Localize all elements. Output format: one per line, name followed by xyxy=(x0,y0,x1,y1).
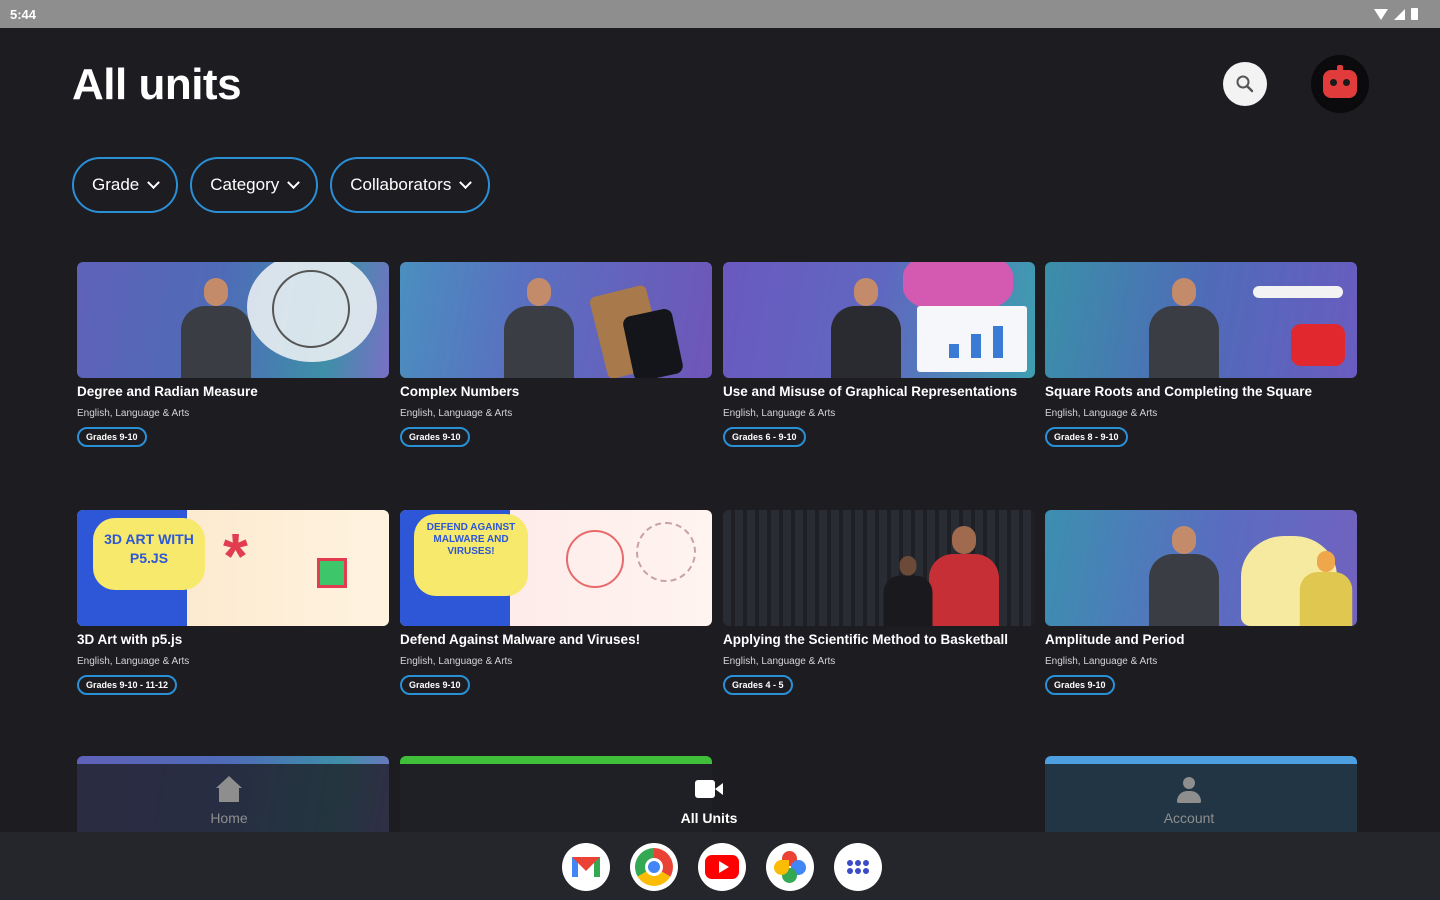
unit-category: English, Language & Arts xyxy=(1045,656,1158,667)
grade-badge: Grades 9-10 - 11-12 xyxy=(77,675,178,695)
youtube-icon[interactable] xyxy=(698,843,746,891)
unit-category: English, Language & Arts xyxy=(723,656,836,667)
os-taskbar xyxy=(0,832,1440,900)
nav-all-units-label: All Units xyxy=(680,810,738,826)
home-icon xyxy=(214,776,244,804)
filter-category-button[interactable]: Category xyxy=(190,157,319,213)
unit-title: Use and Misuse of Graphical Representati… xyxy=(723,384,1018,399)
unit-thumbnail xyxy=(400,262,712,378)
search-button[interactable] xyxy=(1223,62,1267,106)
system-status-bar: 5:44 xyxy=(0,0,1440,28)
unit-card[interactable]: Applying the Scientific Method to Basket… xyxy=(723,510,1035,695)
system-indicators xyxy=(1374,8,1418,20)
nav-account[interactable]: Account xyxy=(1129,776,1249,826)
unit-thumbnail: 3D ART WITH P5.JS * xyxy=(77,510,389,626)
filter-collaborators-button[interactable]: Collaborators xyxy=(330,157,491,213)
unit-category: English, Language & Arts xyxy=(1045,408,1158,419)
video-camera-icon xyxy=(694,776,724,804)
unit-category: English, Language & Arts xyxy=(77,656,190,667)
unit-title: Complex Numbers xyxy=(400,384,520,399)
chevron-down-icon xyxy=(459,175,473,189)
grade-badge: Grades 8 - 9-10 xyxy=(1045,427,1128,447)
search-icon xyxy=(1236,75,1254,93)
nav-home-label: Home xyxy=(210,810,248,826)
chevron-down-icon xyxy=(147,175,161,189)
nav-account-label: Account xyxy=(1163,810,1215,826)
thumbnail-caption: DEFEND AGAINST MALWARE AND VIRUSES! xyxy=(426,522,516,557)
unit-card[interactable]: Amplitude and Period English, Language &… xyxy=(1045,510,1357,695)
unit-card[interactable]: DEFEND AGAINST MALWARE AND VIRUSES! Defe… xyxy=(400,510,712,695)
wifi-icon xyxy=(1374,8,1388,20)
unit-title: 3D Art with p5.js xyxy=(77,632,183,647)
filter-grade-button[interactable]: Grade xyxy=(72,157,179,213)
unit-category: English, Language & Arts xyxy=(400,656,513,667)
unit-title: Square Roots and Completing the Square xyxy=(1045,384,1313,399)
app-window: All units Grade Category Collaborators D… xyxy=(0,28,1440,832)
grade-badge: Grades 9-10 xyxy=(1045,675,1115,695)
unit-thumbnail xyxy=(723,510,1035,626)
avatar[interactable] xyxy=(1311,55,1369,113)
unit-title: Amplitude and Period xyxy=(1045,632,1185,647)
unit-card[interactable]: 3D ART WITH P5.JS * 3D Art with p5.js En… xyxy=(77,510,389,695)
unit-title: Applying the Scientific Method to Basket… xyxy=(723,632,1009,647)
unit-thumbnail xyxy=(1045,262,1357,378)
status-time: 5:44 xyxy=(10,6,37,22)
grade-badge: Grades 4 - 5 xyxy=(723,675,793,695)
filter-bar: Grade Category Collaborators xyxy=(72,157,491,213)
unit-category: English, Language & Arts xyxy=(77,408,190,419)
page-title: All units xyxy=(72,60,242,109)
nav-home[interactable]: Home xyxy=(169,776,289,826)
grade-badge: Grades 6 - 9-10 xyxy=(723,427,806,447)
unit-card[interactable]: Square Roots and Completing the Square E… xyxy=(1045,262,1357,447)
filter-grade-label: Grade xyxy=(92,175,140,194)
app-drawer-icon[interactable] xyxy=(834,843,882,891)
unit-title: Defend Against Malware and Viruses! xyxy=(400,632,641,647)
nav-all-units[interactable]: All Units xyxy=(649,776,769,826)
unit-thumbnail xyxy=(77,262,389,378)
unit-category: English, Language & Arts xyxy=(400,408,513,419)
chevron-down-icon xyxy=(287,175,301,189)
app-dock xyxy=(562,843,882,891)
unit-card[interactable]: Degree and Radian Measure English, Langu… xyxy=(77,262,389,447)
unit-thumbnail: DEFEND AGAINST MALWARE AND VIRUSES! xyxy=(400,510,712,626)
battery-icon xyxy=(1411,8,1418,20)
unit-card[interactable]: Complex Numbers English, Language & Arts… xyxy=(400,262,712,447)
robot-icon xyxy=(1323,70,1357,98)
gmail-icon[interactable] xyxy=(562,843,610,891)
bottom-navigation: Home All Units Account xyxy=(0,764,1440,832)
unit-thumbnail xyxy=(723,262,1035,378)
unit-title: Degree and Radian Measure xyxy=(77,384,258,399)
unit-card[interactable]: Use and Misuse of Graphical Representati… xyxy=(723,262,1035,447)
photos-icon[interactable] xyxy=(766,843,814,891)
signal-icon xyxy=(1394,8,1405,20)
filter-category-label: Category xyxy=(210,175,280,194)
thumbnail-caption: 3D ART WITH P5.JS xyxy=(104,531,194,566)
chrome-icon[interactable] xyxy=(630,843,678,891)
grade-badge: Grades 9-10 xyxy=(400,675,470,695)
grade-badge: Grades 9-10 xyxy=(400,427,470,447)
filter-collaborators-label: Collaborators xyxy=(350,175,452,194)
unit-category: English, Language & Arts xyxy=(723,408,836,419)
unit-thumbnail xyxy=(1045,510,1357,626)
grade-badge: Grades 9-10 xyxy=(77,427,147,447)
person-icon xyxy=(1174,776,1204,804)
